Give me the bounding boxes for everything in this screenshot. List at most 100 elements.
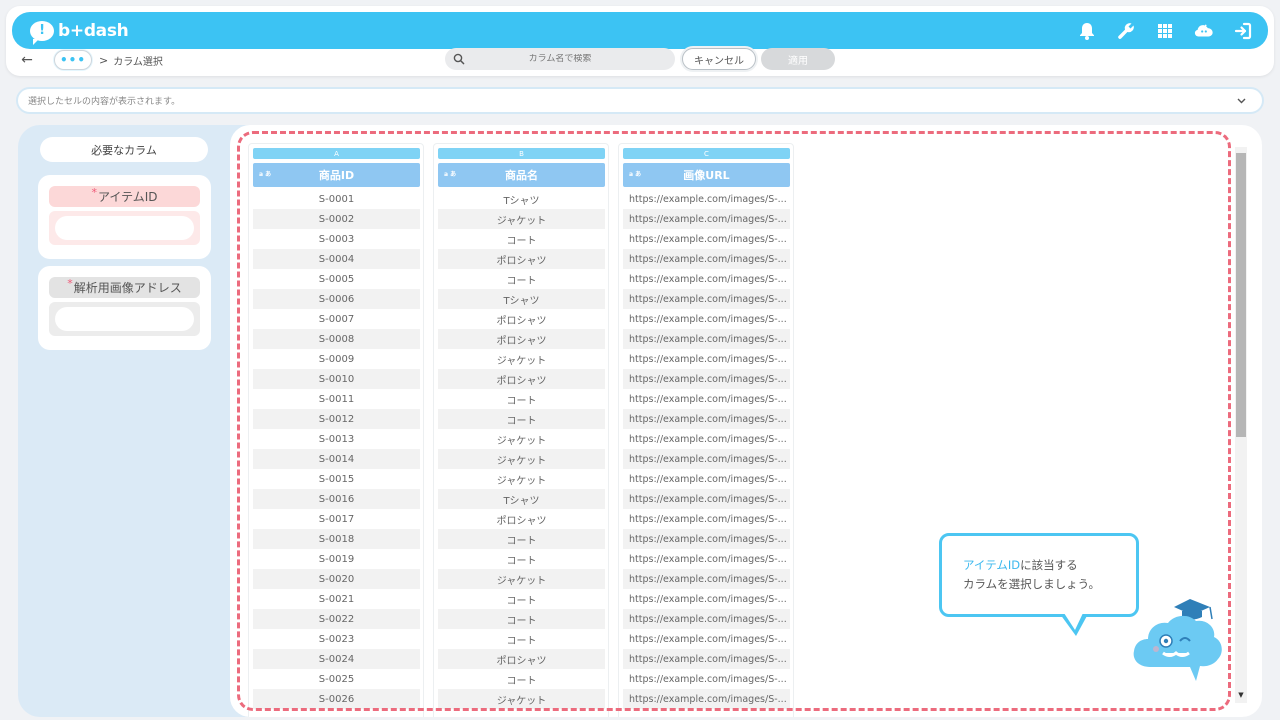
table-cell-product-id[interactable]: S-0017 xyxy=(253,509,420,529)
table-cell-image-url[interactable]: https://example.com/images/S-... xyxy=(623,489,790,509)
table-cell-product-name[interactable]: ポロシャツ xyxy=(438,649,605,669)
table-cell-image-url[interactable]: https://example.com/images/S-... xyxy=(623,589,790,609)
table-cell-image-url[interactable]: https://example.com/images/S-... xyxy=(623,629,790,649)
table-cell-image-url[interactable]: https://example.com/images/S-... xyxy=(623,349,790,369)
slot-item-id-field[interactable] xyxy=(55,216,194,240)
table-cell-product-name[interactable]: ジャケット xyxy=(438,349,605,369)
table-cell-product-name[interactable]: コート xyxy=(438,609,605,629)
table-cell-product-id[interactable]: S-0002 xyxy=(253,209,420,229)
table-cell-image-url[interactable]: https://example.com/images/S-... xyxy=(623,609,790,629)
table-cell-product-id[interactable]: S-0026 xyxy=(253,689,420,709)
table-cell-product-name[interactable]: コート xyxy=(438,629,605,649)
slot-image-address-field[interactable] xyxy=(55,307,194,331)
table-cell-product-name[interactable]: コート xyxy=(438,269,605,289)
table-cell-image-url[interactable]: https://example.com/images/S-... xyxy=(623,309,790,329)
table-cell-product-id[interactable]: S-0014 xyxy=(253,449,420,469)
slot-item-id-dropzone[interactable] xyxy=(49,211,200,245)
table-cell-image-url[interactable]: https://example.com/images/S-... xyxy=(623,429,790,449)
table-cell-image-url[interactable]: https://example.com/images/S-... xyxy=(623,469,790,489)
table-cell-image-url[interactable]: https://example.com/images/S-... xyxy=(623,289,790,309)
table-cell-image-url[interactable]: https://example.com/images/S-... xyxy=(623,189,790,209)
table-cell-product-id[interactable]: S-0024 xyxy=(253,649,420,669)
table-cell-product-id[interactable]: S-0009 xyxy=(253,349,420,369)
table-cell-product-name[interactable]: コート xyxy=(438,529,605,549)
table-cell-image-url[interactable]: https://example.com/images/S-... xyxy=(623,249,790,269)
table-cell-product-id[interactable]: S-0003 xyxy=(253,229,420,249)
cancel-button[interactable]: キャンセル xyxy=(682,48,756,70)
table-cell-product-name[interactable]: ジャケット xyxy=(438,469,605,489)
table-cell-product-id[interactable]: S-0022 xyxy=(253,609,420,629)
table-cell-product-name[interactable]: ジャケット xyxy=(438,689,605,709)
table-cell-product-id[interactable]: S-0005 xyxy=(253,269,420,289)
table-cell-product-id[interactable]: S-0015 xyxy=(253,469,420,489)
table-cell-product-id[interactable]: S-0018 xyxy=(253,529,420,549)
table-cell-product-id[interactable]: S-0013 xyxy=(253,429,420,449)
column-header[interactable]: a あ 画像URL xyxy=(623,163,790,187)
table-cell-product-name[interactable]: コート xyxy=(438,409,605,429)
wrench-icon[interactable] xyxy=(1115,20,1137,42)
back-arrow-icon[interactable]: ← xyxy=(18,51,36,69)
table-cell-product-name[interactable]: コート xyxy=(438,669,605,689)
table-cell-product-id[interactable]: S-0020 xyxy=(253,569,420,589)
table-cell-image-url[interactable]: https://example.com/images/S-... xyxy=(623,269,790,289)
table-cell-product-name[interactable]: コート xyxy=(438,549,605,569)
table-cell-product-name[interactable]: ポロシャツ xyxy=(438,309,605,329)
table-cell-image-url[interactable]: https://example.com/images/S-... xyxy=(623,669,790,689)
table-cell-product-name[interactable]: ポロシャツ xyxy=(438,369,605,389)
table-cell-product-name[interactable]: ジャケット xyxy=(438,569,605,589)
search-input[interactable] xyxy=(465,54,655,64)
chevron-down-icon[interactable] xyxy=(1234,94,1248,108)
table-cell-product-id[interactable]: S-0004 xyxy=(253,249,420,269)
table-cell-product-name[interactable]: Tシャツ xyxy=(438,189,605,209)
table-cell-product-id[interactable]: S-0019 xyxy=(253,549,420,569)
logo[interactable]: ! b+dash xyxy=(30,20,129,45)
column-header[interactable]: a あ 商品ID xyxy=(253,163,420,187)
vertical-scrollbar[interactable] xyxy=(1235,147,1247,703)
table-cell-image-url[interactable]: https://example.com/images/S-... xyxy=(623,229,790,249)
table-cell-product-name[interactable]: コート xyxy=(438,229,605,249)
breadcrumb-more-button[interactable]: ••• xyxy=(54,50,92,70)
logout-icon[interactable] xyxy=(1232,20,1254,42)
table-cell-product-name[interactable]: ジャケット xyxy=(438,429,605,449)
table-cell-product-id[interactable]: S-0008 xyxy=(253,329,420,349)
table-cell-image-url[interactable]: https://example.com/images/S-... xyxy=(623,209,790,229)
slot-image-address-dropzone[interactable] xyxy=(49,302,200,336)
table-cell-product-id[interactable]: S-0010 xyxy=(253,369,420,389)
table-cell-product-name[interactable]: ポロシャツ xyxy=(438,249,605,269)
table-cell-product-id[interactable]: S-0001 xyxy=(253,189,420,209)
table-cell-product-name[interactable]: ポロシャツ xyxy=(438,509,605,529)
table-cell-product-id[interactable]: S-0025 xyxy=(253,669,420,689)
scroll-down-arrow-icon[interactable]: ▼ xyxy=(1236,690,1246,700)
table-cell-image-url[interactable]: https://example.com/images/S-... xyxy=(623,569,790,589)
table-cell-product-id[interactable]: S-0006 xyxy=(253,289,420,309)
table-cell-product-name[interactable]: コート xyxy=(438,589,605,609)
table-cell-image-url[interactable]: https://example.com/images/S-... xyxy=(623,509,790,529)
table-cell-product-name[interactable]: Tシャツ xyxy=(438,489,605,509)
apply-button[interactable]: 適用 xyxy=(761,48,835,70)
table-cell-image-url[interactable]: https://example.com/images/S-... xyxy=(623,329,790,349)
table-cell-product-id[interactable]: S-0007 xyxy=(253,309,420,329)
table-cell-product-name[interactable]: ポロシャツ xyxy=(438,329,605,349)
table-cell-product-id[interactable]: S-0012 xyxy=(253,409,420,429)
apps-grid-icon[interactable] xyxy=(1154,20,1176,42)
table-cell-product-id[interactable]: S-0023 xyxy=(253,629,420,649)
table-cell-image-url[interactable]: https://example.com/images/S-... xyxy=(623,409,790,429)
column-a[interactable]: A a あ 商品ID S-0001 S-0002 S-0003 S-0004 S-000… xyxy=(248,143,424,717)
table-cell-product-name[interactable]: コート xyxy=(438,389,605,409)
cloud-face-icon[interactable] xyxy=(1193,20,1215,42)
column-header[interactable]: a あ 商品名 xyxy=(438,163,605,187)
table-cell-image-url[interactable]: https://example.com/images/S-... xyxy=(623,689,790,709)
table-cell-product-id[interactable]: S-0011 xyxy=(253,389,420,409)
bell-icon[interactable] xyxy=(1076,20,1098,42)
scrollbar-thumb[interactable] xyxy=(1236,153,1246,437)
table-cell-product-id[interactable]: S-0021 xyxy=(253,589,420,609)
table-cell-image-url[interactable]: https://example.com/images/S-... xyxy=(623,369,790,389)
table-cell-product-name[interactable]: Tシャツ xyxy=(438,289,605,309)
table-cell-image-url[interactable]: https://example.com/images/S-... xyxy=(623,549,790,569)
table-cell-product-id[interactable]: S-0016 xyxy=(253,489,420,509)
column-c[interactable]: C a あ 画像URL https://example.com/images/S… xyxy=(618,143,794,717)
table-cell-image-url[interactable]: https://example.com/images/S-... xyxy=(623,529,790,549)
table-cell-image-url[interactable]: https://example.com/images/S-... xyxy=(623,649,790,669)
cell-content-bar[interactable]: 選択したセルの内容が表示されます。 xyxy=(16,87,1264,114)
table-cell-product-name[interactable]: ジャケット xyxy=(438,209,605,229)
